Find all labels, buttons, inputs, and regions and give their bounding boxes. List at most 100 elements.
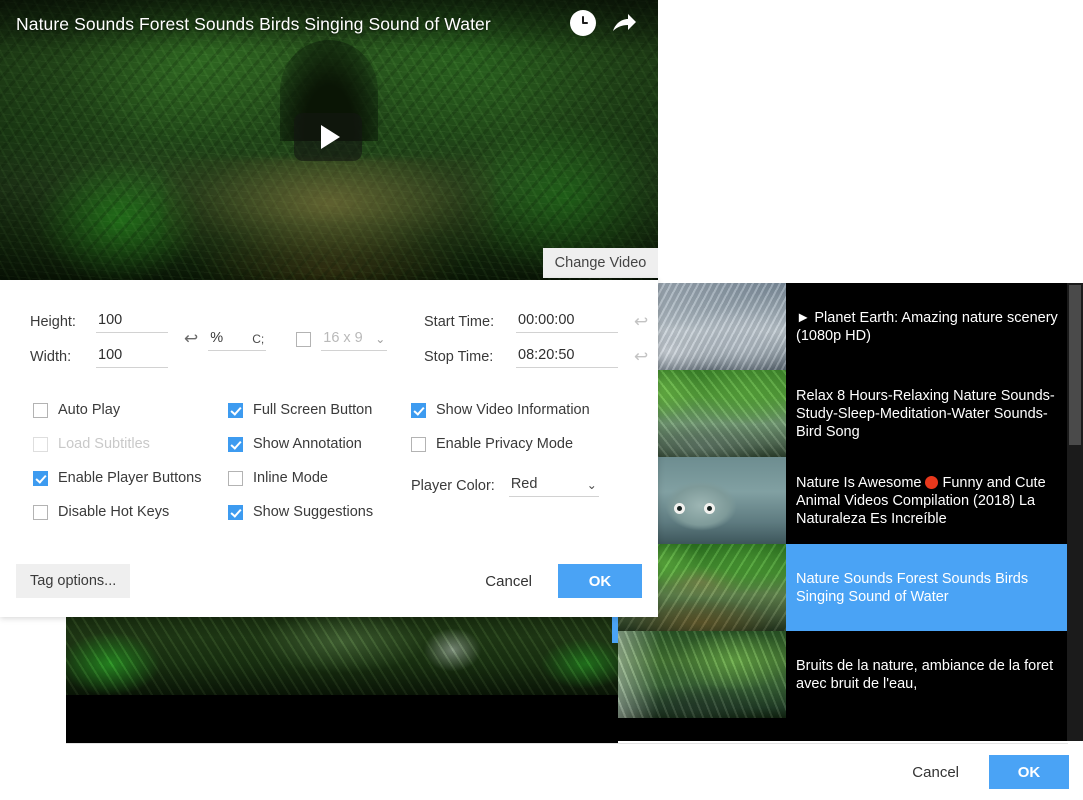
suggestion-title: ► Planet Earth: Amazing nature scenery (… [796, 309, 1058, 344]
suggestions-scrollbar-thumb[interactable] [1069, 285, 1081, 445]
show-annotation-label: Show Annotation [253, 436, 362, 452]
enable-player-buttons-checkbox[interactable] [33, 470, 48, 486]
show-video-information-label: Show Video Information [436, 402, 590, 418]
option-show-video-information[interactable]: Show Video Information [411, 402, 599, 418]
checkbox-column-2: Full Screen Button Show Annotation Inlin… [228, 402, 373, 520]
checkbox-column-1: Auto Play Load Subtitles Enable Player B… [33, 402, 201, 520]
player-color-select-wrapper: Red ⌄ [508, 474, 599, 497]
height-input[interactable] [96, 310, 168, 333]
bottom-ok-button[interactable]: OK [989, 755, 1069, 789]
dimension-controls: Height: Width: ↩ % С; 16 x [30, 310, 388, 368]
option-enable-privacy-mode[interactable]: Enable Privacy Mode [411, 436, 599, 452]
player-color-select[interactable]: Red [508, 474, 599, 497]
play-icon [321, 125, 340, 149]
video-options-dialog: Height: Width: ↩ % С; 16 x [0, 280, 658, 617]
option-enable-player-buttons[interactable]: Enable Player Buttons [33, 470, 201, 486]
height-row: Height: [30, 310, 168, 333]
bottom-cancel-button[interactable]: Cancel [894, 756, 977, 789]
video-player-preview[interactable]: Nature Sounds Forest Sounds Birds Singin… [0, 0, 658, 283]
time-controls: Start Time: ↩ Stop Time: ↩ [424, 310, 648, 380]
suggestions-scrollbar[interactable] [1067, 283, 1083, 741]
stop-time-row: Stop Time: ↩ [424, 345, 648, 368]
start-time-input[interactable] [516, 310, 618, 333]
play-button[interactable] [294, 113, 362, 161]
suggestion-row[interactable]: Bruits de la nature, ambiance de la fore… [616, 631, 1083, 718]
suggestion-title: Bruits de la nature, ambiance de la fore… [796, 657, 1054, 692]
show-suggestions-label: Show Suggestions [253, 504, 374, 520]
enable-player-buttons-label: Enable Player Buttons [58, 470, 202, 486]
width-input[interactable] [96, 345, 168, 368]
video-title-bar: Nature Sounds Forest Sounds Birds Singin… [0, 0, 658, 48]
option-load-subtitles: Load Subtitles [33, 436, 201, 452]
aspect-ratio-group: 16 x 9 ⌄ [296, 327, 388, 351]
stop-time-revert-icon[interactable]: ↩ [634, 347, 648, 367]
video-preview-band-accent [612, 613, 618, 643]
show-video-information-checkbox[interactable] [411, 402, 426, 418]
video-hero-actions [570, 10, 638, 36]
aspect-ratio-select[interactable]: 16 x 9 [321, 327, 388, 351]
suggestion-thumbnail [616, 631, 786, 718]
turtle-eye-left [674, 503, 685, 514]
suggestion-row[interactable]: Nature Is Awesome Funny and Cute Animal V… [616, 457, 1083, 544]
suggestion-title: Nature Sounds Forest Sounds Birds Singin… [796, 570, 1029, 605]
dimension-revert-icon[interactable]: ↩ [184, 329, 198, 349]
share-arrow-icon[interactable] [610, 10, 638, 36]
width-label: Width: [30, 348, 72, 365]
checkbox-column-3: Show Video Information Enable Privacy Mo… [411, 402, 599, 497]
height-label: Height: [30, 313, 76, 330]
aspect-ratio-select-wrapper: 16 x 9 ⌄ [321, 327, 388, 351]
option-disable-hot-keys[interactable]: Disable Hot Keys [33, 504, 201, 520]
video-title: Nature Sounds Forest Sounds Birds Singin… [16, 13, 491, 34]
dialog-cancel-button[interactable]: Cancel [469, 565, 548, 598]
option-full-screen-button[interactable]: Full Screen Button [228, 402, 373, 418]
video-preview-band-image [66, 613, 618, 695]
auto-play-label: Auto Play [58, 402, 121, 418]
option-show-annotation[interactable]: Show Annotation [228, 436, 373, 452]
stop-time-label: Stop Time: [424, 348, 494, 365]
suggestion-title-part-1: Nature Is Awesome [796, 474, 922, 491]
auto-play-checkbox[interactable] [33, 402, 48, 418]
bottom-action-bar: Cancel OK [66, 744, 1083, 800]
video-preview-band [66, 613, 618, 743]
inline-mode-label: Inline Mode [253, 470, 328, 486]
player-color-label: Player Color: [411, 477, 495, 494]
dialog-ok-button[interactable]: OK [558, 564, 642, 598]
start-time-label: Start Time: [424, 313, 495, 330]
red-dot-icon [925, 475, 939, 489]
disable-hot-keys-checkbox[interactable] [33, 504, 48, 520]
suggestion-row[interactable]: Relax 8 Hours-Relaxing Nature Sounds-Stu… [616, 370, 1083, 457]
inline-mode-checkbox[interactable] [228, 470, 243, 486]
player-color-row: Player Color: Red ⌄ [411, 474, 599, 497]
suggestions-strip: ► Planet Earth: Amazing nature scenery (… [616, 283, 1083, 741]
show-suggestions-checkbox[interactable] [228, 504, 243, 520]
clock-icon[interactable] [570, 10, 596, 36]
width-row: Width: [30, 345, 168, 368]
load-subtitles-label: Load Subtitles [58, 436, 150, 452]
start-time-row: Start Time: ↩ [424, 310, 648, 333]
suggestion-row-selected[interactable]: Nature Sounds Forest Sounds Birds Singin… [616, 544, 1083, 631]
load-subtitles-checkbox [33, 436, 48, 452]
turtle-eye-right [704, 503, 715, 514]
aspect-ratio-checkbox[interactable] [296, 331, 312, 347]
option-auto-play[interactable]: Auto Play [33, 402, 201, 418]
dialog-footer: Tag options... Cancel OK [0, 545, 658, 617]
full-screen-button-checkbox[interactable] [228, 402, 243, 418]
suggestion-title: Nature Is Awesome Funny and Cute Animal V… [786, 457, 1083, 544]
option-inline-mode[interactable]: Inline Mode [228, 470, 373, 486]
suggestion-row[interactable]: ► Planet Earth: Amazing nature scenery (… [616, 283, 1083, 370]
dimension-fields: Height: Width: [30, 310, 168, 368]
suggestion-title: Relax 8 Hours-Relaxing Nature Sounds-Stu… [796, 387, 1055, 440]
change-video-button[interactable]: Change Video [543, 248, 658, 278]
full-screen-button-label: Full Screen Button [253, 402, 373, 418]
enable-privacy-mode-label: Enable Privacy Mode [436, 436, 574, 452]
option-show-suggestions[interactable]: Show Suggestions [228, 504, 373, 520]
start-time-revert-icon[interactable]: ↩ [634, 312, 648, 332]
unit-select-wrapper: % С; [208, 327, 267, 351]
tag-options-button[interactable]: Tag options... [16, 564, 131, 598]
show-annotation-checkbox[interactable] [228, 436, 243, 452]
stop-time-input[interactable] [516, 345, 618, 368]
disable-hot-keys-label: Disable Hot Keys [58, 504, 170, 520]
unit-select[interactable]: % [208, 327, 267, 351]
enable-privacy-mode-checkbox[interactable] [411, 436, 426, 452]
app-root: Nature Sounds Forest Sounds Birds Singin… [0, 0, 1083, 800]
